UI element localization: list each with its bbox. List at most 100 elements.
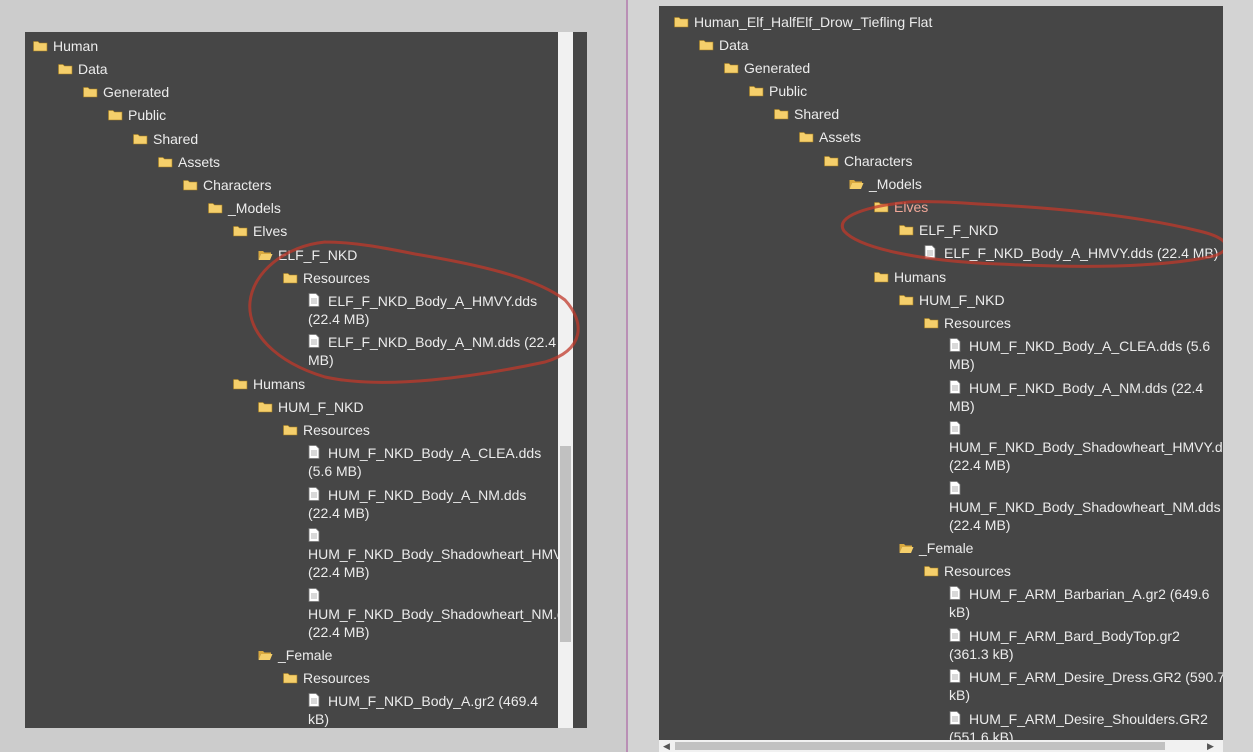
tree-item-label: Resources — [303, 422, 370, 438]
tree-item-label: HUM_F_ARM_Barbarian_A.gr2 (649.6 — [969, 586, 1210, 602]
folder-icon — [874, 202, 889, 213]
folder-icon — [183, 180, 198, 191]
tree-item-size: kB) — [308, 711, 329, 727]
left-scroll-thumb[interactable] — [560, 446, 571, 642]
tree-item-label: ELF_F_NKD_Body_A_NM.dds (22.4 — [328, 334, 556, 350]
tree-item-label: Generated — [103, 84, 170, 100]
folder-open-icon — [258, 651, 273, 660]
tree-item-label: Human — [53, 38, 99, 54]
file-icon — [308, 693, 320, 707]
file-icon — [949, 711, 961, 725]
folder-icon — [674, 17, 689, 28]
right-file-tree: Human_Elf_HalfElf_Drow_Tiefling Flat Data… — [659, 6, 1223, 752]
file-icon — [308, 293, 320, 307]
scroll-left-arrow-icon[interactable]: ◀ — [663, 741, 670, 751]
scroll-right-arrow-icon[interactable]: ▶ — [1207, 741, 1214, 751]
right-horizontal-scrollbar[interactable]: ◀ ▶ — [659, 740, 1223, 752]
folder-icon — [283, 425, 298, 436]
tree-item-size: (22.4 MB) — [308, 505, 370, 521]
folder-icon — [899, 295, 914, 306]
folder-icon — [924, 318, 939, 329]
file-icon — [949, 481, 961, 495]
tree-item-label: Humans — [894, 269, 947, 285]
tree-item-size: kB) — [949, 604, 970, 620]
folder-icon — [924, 566, 939, 577]
tree-item-label: Generated — [744, 60, 811, 76]
left-vertical-scrollbar[interactable] — [558, 32, 573, 728]
folder-icon — [899, 225, 914, 236]
tree-item-label: Resources — [303, 270, 370, 286]
tree-item-label: Characters — [844, 153, 913, 169]
file-icon — [308, 487, 320, 501]
tree-item-label: Resources — [944, 563, 1011, 579]
left-tree-panel[interactable]: Human Data Generated Public Shared Assets Char… — [25, 32, 587, 728]
tree-item-label: Public — [769, 83, 808, 99]
tree-item-size: (5.6 MB) — [308, 463, 362, 479]
tree-item-label: Human_Elf_HalfElf_Drow_Tiefling Flat — [694, 14, 933, 30]
window-divider — [626, 0, 628, 752]
tree-item-label: HUM_F_NKD_Body_A_NM.dds (22.4 — [969, 380, 1204, 396]
folder-icon — [133, 134, 148, 145]
folder-open-icon — [849, 180, 864, 189]
tree-item-size: (361.3 kB) — [949, 646, 1014, 662]
folder-icon — [724, 63, 739, 74]
tree-item-label: Public — [128, 107, 167, 123]
folder-icon — [208, 203, 223, 214]
tree-item-label: ELF_F_NKD — [919, 222, 999, 238]
file-icon — [949, 669, 961, 683]
tree-item-size: (22.4 MB) — [308, 564, 370, 580]
folder-open-icon — [258, 251, 273, 260]
tree-item-label: ELF_F_NKD — [278, 247, 358, 263]
tree-item-label: HUM_F_NKD_Body_Shadowheart_NM.dds — [949, 499, 1221, 515]
tree-item-size: MB) — [949, 398, 975, 414]
tree-item-label: Shared — [153, 131, 199, 147]
tree-item-label: HUM_F_NKD_Body_Shadowheart_NM.dd — [308, 606, 573, 622]
folder-open-icon — [899, 544, 914, 553]
file-icon — [308, 528, 320, 542]
tree-item-label: Assets — [819, 129, 862, 145]
tree-item-label: HUM_F_NKD_Body_A_CLEA.dds — [328, 445, 542, 461]
tree-item-size: (22.4 MB) — [949, 517, 1011, 533]
folder-icon — [158, 157, 173, 168]
folder-icon — [799, 132, 814, 143]
file-icon — [308, 588, 320, 602]
tree-item-size: MB) — [308, 352, 334, 368]
folder-icon — [58, 64, 73, 75]
folder-icon — [258, 402, 273, 413]
tree-item-label: _Female — [278, 647, 333, 663]
left-file-tree: Human Data Generated Public Shared Assets Char… — [25, 32, 587, 728]
tree-item-label: HUM_F_ARM_Bard_BodyTop.gr2 — [969, 628, 1180, 644]
folder-icon — [33, 41, 48, 52]
tree-item-label: HUM_F_ARM_Desire_Dress.GR2 (590.7 — [969, 669, 1223, 685]
tree-item-label: _Models — [228, 200, 281, 216]
tree-item-label: Data — [78, 61, 108, 77]
tree-item-size: (22.4 MB) — [308, 311, 370, 327]
tree-item-label: Characters — [203, 177, 272, 193]
folder-icon — [233, 379, 248, 390]
file-icon — [308, 445, 320, 459]
tree-item-label: Elves — [253, 223, 288, 239]
folder-icon — [83, 87, 98, 98]
folder-icon — [874, 272, 889, 283]
tree-item-label: HUM_F_NKD_Body_Shadowheart_HMVY.dds — [949, 439, 1223, 455]
right-tree-panel[interactable]: Human_Elf_HalfElf_Drow_Tiefling Flat Data… — [659, 6, 1223, 752]
right-hscroll-thumb[interactable] — [675, 742, 1165, 750]
file-icon — [308, 334, 320, 348]
file-icon — [949, 628, 961, 642]
tree-item-label: Resources — [303, 670, 370, 686]
folder-icon — [233, 226, 248, 237]
tree-item-label: HUM_F_NKD_Body_A_CLEA.dds (5.6 — [969, 338, 1211, 354]
tree-item-label: HUM_F_NKD_Body_A_NM.dds — [328, 487, 527, 503]
tree-item-label: HUM_F_NKD_Body_A.gr2 (469.4 — [328, 693, 539, 709]
file-icon — [949, 586, 961, 600]
tree-item-label: HUM_F_NKD_Body_Shadowheart_HMVY — [308, 546, 572, 562]
folder-icon — [283, 273, 298, 284]
folder-icon — [699, 40, 714, 51]
tree-item-label: Resources — [944, 315, 1011, 331]
folder-icon — [824, 156, 839, 167]
tree-item-label: HUM_F_NKD — [919, 292, 1005, 308]
tree-item-label: _Female — [919, 540, 974, 556]
tree-item-label: Elves — [894, 199, 929, 215]
tree-item-label: HUM_F_NKD — [278, 399, 364, 415]
tree-item-label: ELF_F_NKD_Body_A_HMVY.dds (22.4 MB) — [944, 245, 1219, 261]
